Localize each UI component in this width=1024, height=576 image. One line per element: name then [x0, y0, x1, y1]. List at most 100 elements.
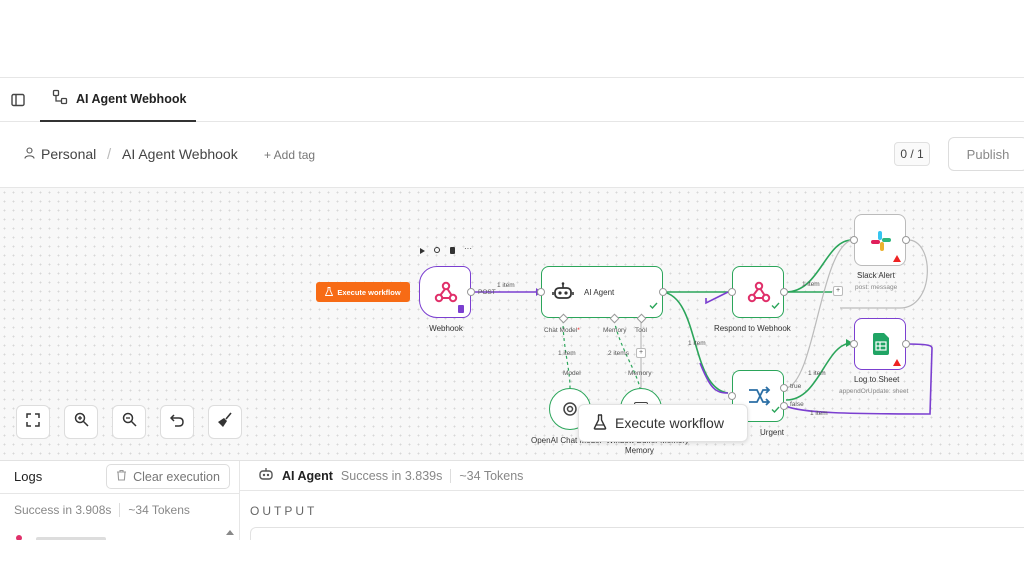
- success-check-icon: [649, 296, 658, 314]
- more-icon[interactable]: ···: [464, 244, 472, 253]
- zoom-in-icon: [74, 412, 89, 432]
- node-ai-agent[interactable]: AI Agent: [541, 266, 663, 318]
- sheet-input-port[interactable]: [850, 340, 858, 348]
- output-label: OUTPUT: [250, 504, 318, 518]
- publish-button[interactable]: Publish: [948, 137, 1024, 171]
- ai-agent-label: AI Agent: [584, 288, 615, 297]
- add-connection-icon[interactable]: +: [833, 286, 843, 296]
- edge-label-agent-memory: 2 items: [608, 350, 629, 357]
- tab-workflow[interactable]: AI Agent Webhook: [40, 78, 196, 122]
- ai-agent-output-port[interactable]: [659, 288, 667, 296]
- success-check-icon: [771, 400, 780, 418]
- edge-label-webhook-agent: 1 item: [497, 282, 515, 289]
- urgent-input-port[interactable]: [728, 392, 736, 400]
- warning-icon: [893, 359, 901, 366]
- respond-output-port[interactable]: [780, 288, 788, 296]
- user-icon: [24, 146, 35, 162]
- tidy-up-button[interactable]: [208, 405, 242, 439]
- urgent-false-label: false: [790, 401, 804, 408]
- fit-view-button[interactable]: [16, 405, 50, 439]
- execution-summary: Success in 3.908s ~34 Tokens: [14, 503, 190, 517]
- warning-icon: [893, 255, 901, 262]
- slack-sub: post: message: [855, 284, 898, 291]
- execute-workflow-button[interactable]: Execute workflow: [578, 404, 748, 442]
- flask-icon: [325, 286, 334, 298]
- summary-time: Success in 3.908s: [14, 503, 112, 517]
- memory-label-line2: Memory: [625, 446, 654, 455]
- edge-label-urgent-sheet: 1 item: [808, 370, 826, 377]
- urgent-true-label: true: [790, 383, 802, 390]
- webhook-port-label: POST: [478, 289, 496, 296]
- separator: [450, 468, 452, 483]
- sheet-label: Log to Sheet: [854, 375, 900, 384]
- broom-icon: [217, 411, 233, 433]
- respond-input-port[interactable]: [728, 288, 736, 296]
- workflow-header: Personal / AI Agent Webhook + Add tag 0 …: [0, 122, 1024, 188]
- summary-tokens: ~34 Tokens: [128, 503, 190, 517]
- node-toolbar: ···: [420, 244, 472, 256]
- play-icon[interactable]: [420, 248, 425, 254]
- memory-slot-label: Memory: [603, 327, 627, 334]
- trash-icon: [116, 469, 127, 484]
- edge-label-agent-out: 1 item: [688, 340, 706, 347]
- divider: [0, 493, 240, 494]
- slack-label: Slack Alert: [857, 271, 895, 280]
- version-counter: 0 / 1: [894, 142, 930, 166]
- breadcrumb-project[interactable]: Personal: [24, 146, 96, 162]
- edge-label-agent-model: 1 item: [558, 350, 576, 357]
- flask-icon: [593, 413, 607, 433]
- node-webhook[interactable]: [419, 266, 471, 318]
- undo-button[interactable]: [160, 405, 194, 439]
- workflow-name[interactable]: AI Agent Webhook: [122, 146, 238, 162]
- sheet-output-port[interactable]: [902, 340, 910, 348]
- switch-icon: [747, 386, 771, 411]
- trash-icon[interactable]: [450, 247, 455, 254]
- edge-label-memory: Memory: [628, 370, 652, 377]
- selected-node-bar: AI Agent Success in 3.839s ~34 Tokens: [240, 461, 1024, 491]
- robot-icon: [552, 281, 574, 308]
- zoom-out-button[interactable]: [112, 405, 146, 439]
- sheet-sub: appendOrUpdate: sheet: [839, 388, 909, 395]
- project-name: Personal: [41, 146, 97, 162]
- zoom-out-icon: [122, 412, 137, 432]
- blank-area: [0, 0, 1024, 77]
- webhook-icon: [434, 281, 458, 308]
- slack-input-port[interactable]: [850, 236, 858, 244]
- tool-slot-label: Tool: [635, 327, 647, 334]
- execute-workflow-tag[interactable]: Execute workflow: [316, 282, 410, 302]
- success-check-icon: [771, 296, 780, 314]
- webhook-output-port[interactable]: [467, 288, 475, 296]
- respond-label: Respond to Webhook: [714, 324, 791, 333]
- ai-agent-input-port[interactable]: [537, 288, 545, 296]
- zoom-in-button[interactable]: [64, 405, 98, 439]
- clear-execution-button[interactable]: Clear execution: [106, 464, 230, 489]
- breadcrumb-separator: /: [107, 146, 112, 163]
- tab-label: AI Agent Webhook: [76, 92, 187, 106]
- urgent-true-port[interactable]: [780, 384, 788, 392]
- pin-icon: [458, 305, 464, 313]
- undo-icon: [169, 413, 184, 432]
- openai-icon: [561, 400, 579, 423]
- robot-icon: [258, 467, 274, 484]
- fullscreen-icon: [26, 412, 40, 432]
- tab-bar: AI Agent Webhook: [0, 77, 1024, 122]
- webhook-label: Webhook: [429, 324, 463, 333]
- workflow-icon: [52, 89, 68, 110]
- node-respond-to-webhook[interactable]: [732, 266, 784, 318]
- urgent-false-port[interactable]: [780, 402, 788, 410]
- agent-tokens: ~34 Tokens: [459, 468, 524, 483]
- add-tag-button[interactable]: + Add tag: [264, 148, 315, 162]
- blank-area: [0, 540, 1024, 576]
- logs-title: Logs: [14, 469, 43, 484]
- node-slack-alert[interactable]: [854, 214, 906, 266]
- node-log-to-sheet[interactable]: [854, 318, 906, 370]
- scroll-up-icon[interactable]: [226, 530, 234, 535]
- power-icon[interactable]: [434, 247, 440, 253]
- chat-model-slot-label: Chat Model*: [544, 327, 580, 334]
- sidebar-toggle-icon[interactable]: [10, 92, 26, 108]
- webhook-icon: [747, 281, 771, 308]
- add-tool-icon[interactable]: +: [636, 348, 646, 358]
- slack-output-port[interactable]: [902, 236, 910, 244]
- agent-status: Success in 3.839s: [340, 468, 443, 483]
- workflow-canvas[interactable]: Execute workflow ··· Webhook POST 1 item…: [0, 188, 1024, 460]
